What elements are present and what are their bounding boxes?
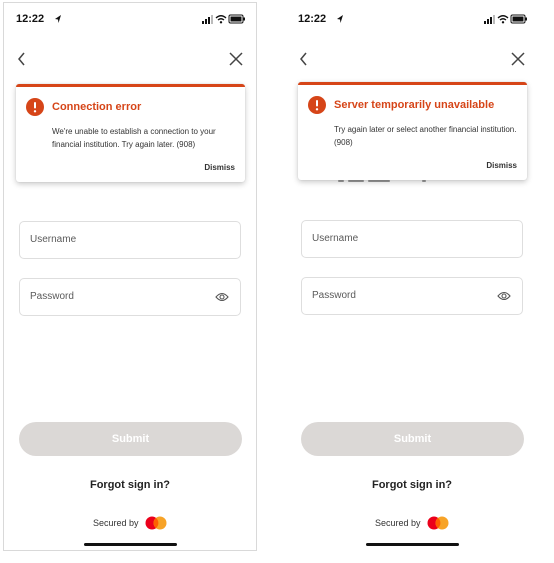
- password-field[interactable]: Password: [301, 277, 523, 315]
- close-icon[interactable]: [510, 51, 526, 67]
- back-chevron-icon[interactable]: [16, 51, 28, 67]
- status-icons: [484, 14, 527, 24]
- show-password-eye-icon[interactable]: [215, 292, 229, 302]
- username-field[interactable]: Username: [301, 220, 523, 258]
- cellular-signal-icon: [484, 15, 495, 24]
- phone-screen-connection-error: 12:22 Connection error We're unable to e…: [3, 2, 257, 551]
- dismiss-button[interactable]: Dismiss: [486, 161, 517, 170]
- status-time: 12:22: [16, 13, 45, 25]
- forgot-sign-in-link[interactable]: Forgot sign in?: [4, 479, 256, 491]
- error-exclamation-icon: [308, 96, 326, 114]
- forgot-sign-in-link[interactable]: Forgot sign in?: [286, 479, 538, 491]
- error-message: We're unable to establish a connection t…: [52, 127, 216, 149]
- username-field[interactable]: Username: [19, 221, 241, 259]
- error-title: Server temporarily unavailable: [334, 99, 495, 111]
- username-placeholder: Username: [312, 233, 359, 244]
- error-message: Try again later or select another financ…: [334, 125, 517, 147]
- back-chevron-icon[interactable]: [298, 51, 310, 67]
- secured-by-footer: Secured by: [286, 516, 538, 530]
- submit-button[interactable]: Submit: [19, 422, 242, 456]
- secured-by-footer: Secured by: [4, 516, 256, 530]
- mastercard-logo-icon: [145, 516, 167, 530]
- home-indicator: [366, 543, 459, 546]
- submit-button[interactable]: Submit: [301, 422, 524, 456]
- error-exclamation-icon: [26, 98, 44, 116]
- status-time: 12:22: [298, 13, 327, 25]
- home-indicator: [84, 543, 177, 546]
- battery-icon: [228, 14, 245, 24]
- battery-icon: [510, 14, 527, 24]
- wifi-icon: [215, 15, 227, 24]
- wifi-icon: [497, 15, 509, 24]
- mastercard-logo-icon: [427, 516, 449, 530]
- close-icon[interactable]: [228, 51, 244, 67]
- phone-screen-server-unavailable: 12:22 Server temporarily unavailable Try…: [285, 2, 539, 551]
- dismiss-button[interactable]: Dismiss: [204, 163, 235, 172]
- location-arrow-icon: [55, 15, 61, 23]
- location-arrow-icon: [337, 15, 343, 23]
- status-icons: [202, 14, 245, 24]
- error-title: Connection error: [52, 101, 142, 113]
- status-bar: 12:22: [298, 13, 528, 27]
- secured-by-label: Secured by: [374, 518, 421, 528]
- username-placeholder: Username: [30, 234, 77, 245]
- password-field[interactable]: Password: [19, 278, 241, 316]
- secured-by-label: Secured by: [92, 518, 139, 528]
- error-alert: Server temporarily unavailable Try again…: [298, 82, 527, 180]
- password-placeholder: Password: [312, 290, 356, 301]
- show-password-eye-icon[interactable]: [497, 291, 511, 301]
- password-placeholder: Password: [30, 291, 74, 302]
- error-alert: Connection error We're unable to establi…: [16, 84, 245, 182]
- status-bar: 12:22: [16, 13, 246, 27]
- cellular-signal-icon: [202, 15, 213, 24]
